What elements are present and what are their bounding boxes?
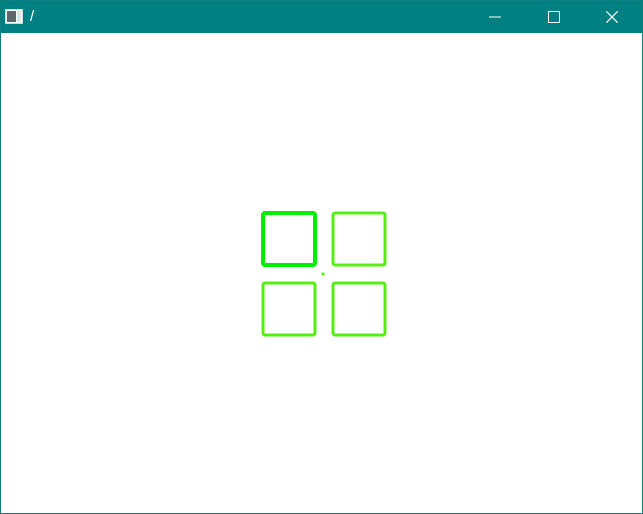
title-bar[interactable]: / (1, 1, 642, 33)
app-window-icon (5, 9, 23, 24)
tile-top-right[interactable] (331, 211, 387, 267)
maximize-icon (548, 11, 560, 23)
close-button[interactable] (589, 1, 635, 33)
center-dot (321, 272, 325, 276)
tile-top-left[interactable] (261, 211, 317, 267)
tile-bottom-left[interactable] (261, 281, 317, 337)
tile-grid[interactable] (1, 33, 642, 513)
minimize-icon (489, 16, 501, 18)
canvas-area[interactable] (1, 33, 642, 513)
minimize-button[interactable] (472, 1, 518, 33)
tile-bottom-right[interactable] (331, 281, 387, 337)
maximize-button[interactable] (531, 1, 577, 33)
window-title: / (30, 8, 35, 25)
close-icon (606, 11, 618, 23)
app-window: / (0, 0, 643, 514)
